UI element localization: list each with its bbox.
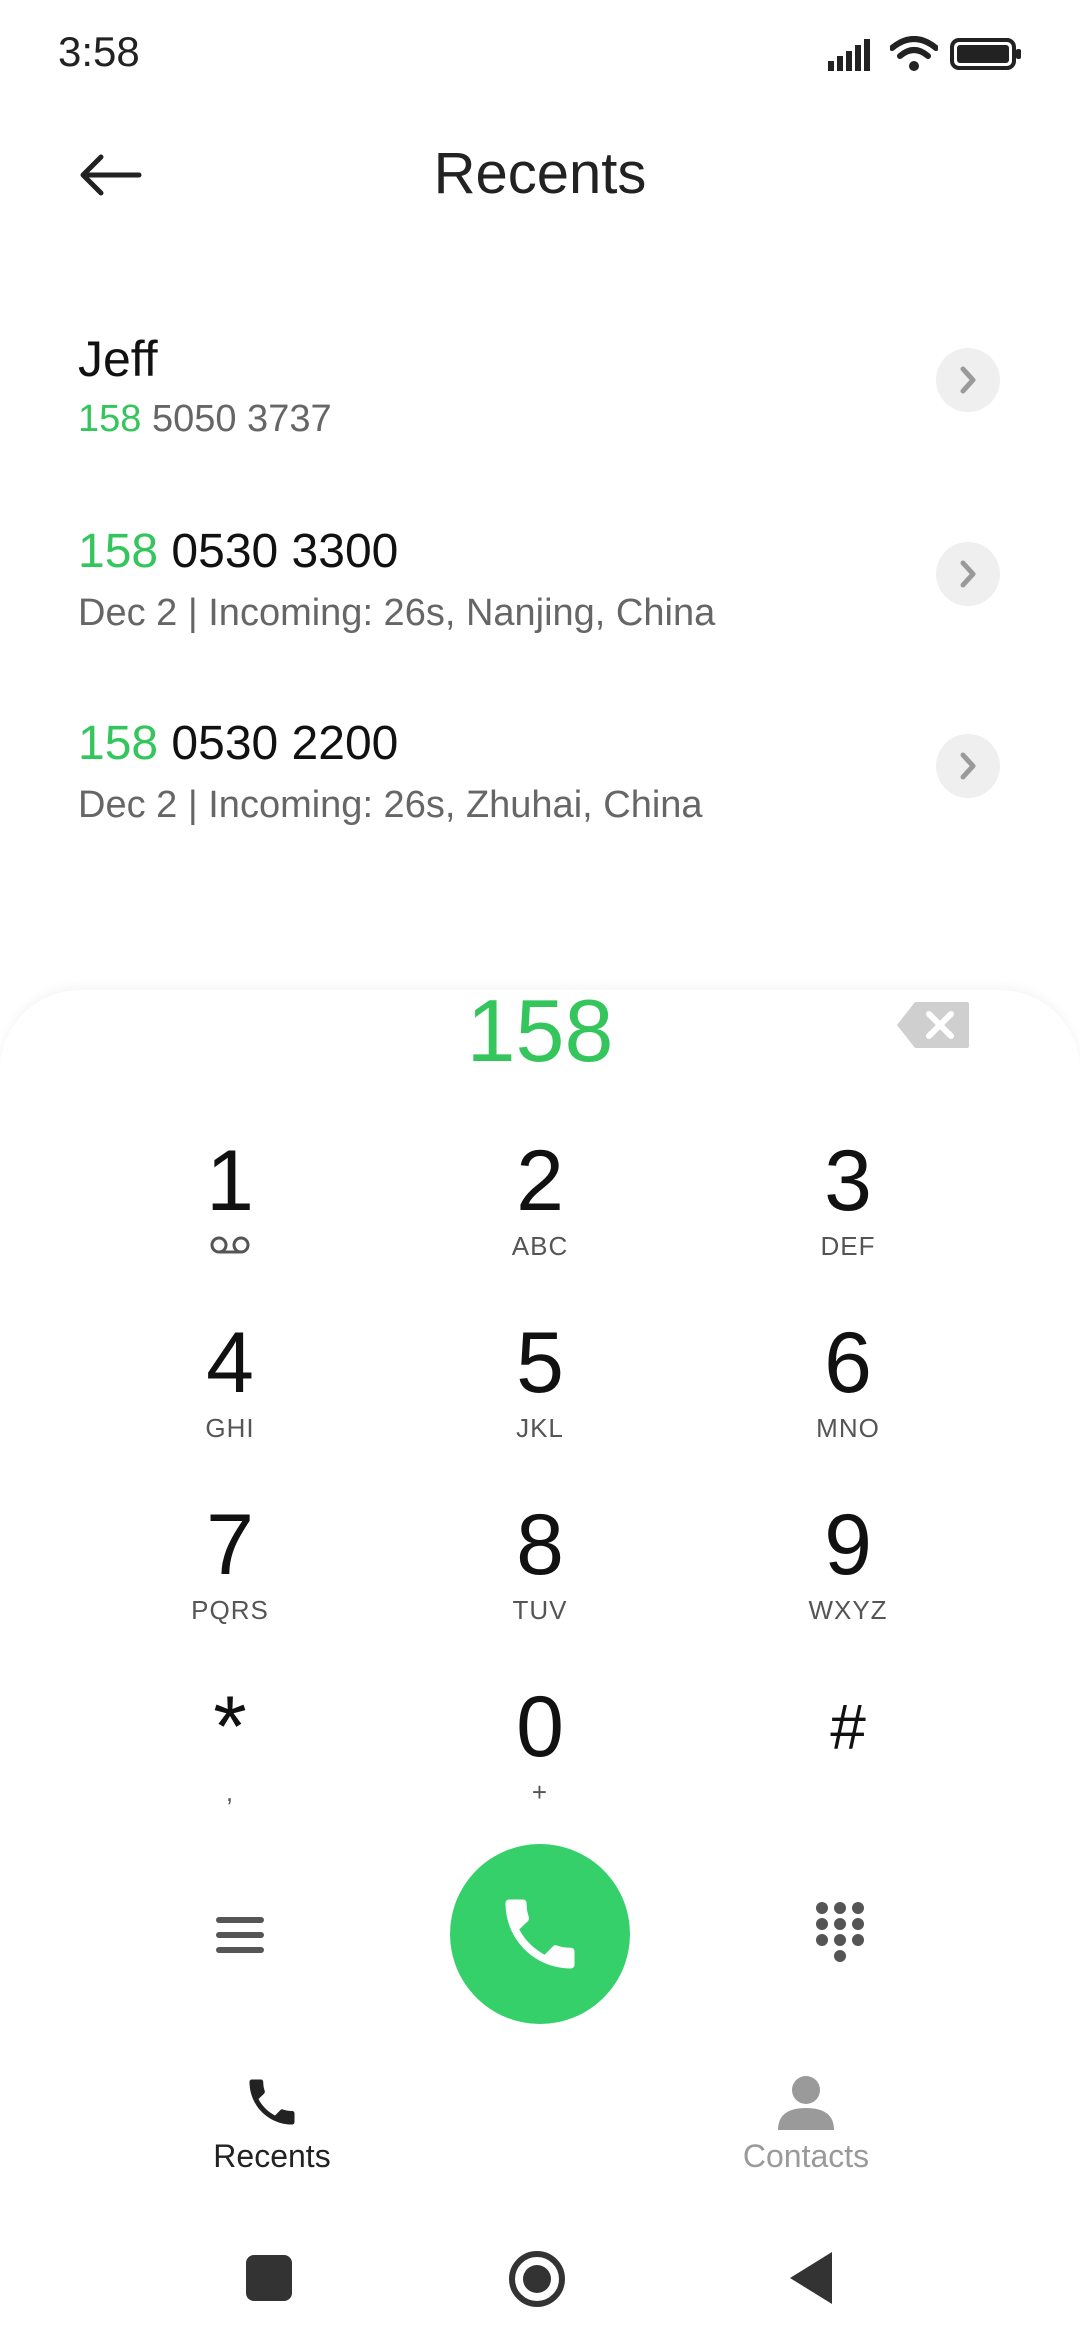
key-letters: JKL — [516, 1413, 564, 1443]
recent-item-jeff[interactable]: Jeff 158 5050 3737 — [0, 314, 1080, 504]
key-digit: 5 — [516, 1315, 564, 1411]
key-letters: DEF — [820, 1231, 876, 1261]
key-hash[interactable]: # — [718, 1681, 978, 1851]
tab-contacts[interactable]: Contacts — [676, 2072, 936, 2175]
tab-label: Contacts — [742, 2138, 870, 2174]
chevron-right-icon — [960, 366, 976, 394]
number-rest: 0530 3300 — [158, 525, 399, 578]
backspace-icon — [897, 1002, 969, 1048]
person-icon — [778, 2076, 834, 2130]
key-digit: 8 — [516, 1497, 564, 1593]
recent-item-number[interactable]: 158 0530 2200 Dec 2 | Incoming: 26s, Zhu… — [0, 700, 1080, 890]
menu-icon — [216, 1917, 264, 1953]
key-digit: 6 — [824, 1315, 872, 1411]
number-rest: 5050 3737 — [141, 398, 332, 440]
key-letters: ABC — [511, 1231, 569, 1261]
status-icons — [828, 34, 1022, 74]
key-7[interactable]: 7 PQRS — [100, 1499, 360, 1669]
page-title: Recents — [433, 141, 647, 206]
key-digit: # — [830, 1691, 866, 1763]
key-3[interactable]: 3 DEF — [718, 1135, 978, 1305]
key-star[interactable]: * , — [100, 1681, 360, 1851]
keypad-toggle-button[interactable] — [810, 1898, 870, 1968]
nav-back-button[interactable] — [788, 2250, 834, 2306]
key-letters: GHI — [205, 1413, 255, 1443]
phone-icon — [249, 2079, 295, 2125]
voicemail-icon — [100, 1231, 360, 1261]
key-6[interactable]: 6 MNO — [718, 1317, 978, 1487]
backspace-button[interactable] — [895, 1000, 971, 1050]
key-letters: , — [225, 1777, 235, 1807]
phone-icon — [505, 1899, 575, 1969]
caller-number: 158 0530 3300 — [78, 524, 398, 579]
key-0[interactable]: 0 + — [410, 1681, 670, 1851]
chevron-right-icon — [960, 560, 976, 588]
key-letters: WXYZ — [808, 1595, 888, 1625]
number-rest: 0530 2200 — [158, 717, 399, 770]
key-1[interactable]: 1 — [100, 1135, 360, 1305]
key-letters: MNO — [816, 1413, 880, 1443]
number-match: 158 — [78, 398, 142, 440]
number-match: 158 — [78, 525, 159, 578]
key-digit: 7 — [206, 1497, 254, 1593]
call-detail: Dec 2 | Incoming: 26s, Zhuhai, China — [78, 784, 703, 826]
key-4[interactable]: 4 GHI — [100, 1317, 360, 1487]
key-8[interactable]: 8 TUV — [410, 1499, 670, 1669]
key-5[interactable]: 5 JKL — [410, 1317, 670, 1487]
signal-icon — [828, 39, 870, 71]
keypad-icon — [816, 1902, 864, 1962]
key-letters: PQRS — [191, 1595, 269, 1625]
nav-recents-button[interactable] — [246, 2255, 292, 2301]
call-button[interactable] — [450, 1844, 630, 2024]
key-digit: 1 — [206, 1133, 254, 1229]
key-digit: 3 — [824, 1133, 872, 1229]
status-time: 3:58 — [58, 28, 140, 75]
key-letters: + — [531, 1777, 549, 1807]
key-2[interactable]: 2 ABC — [410, 1135, 670, 1305]
wifi-icon — [890, 36, 938, 71]
chevron-right-icon — [960, 752, 976, 780]
call-detail: Dec 2 | Incoming: 26s, Nanjing, China — [78, 592, 716, 634]
back-triangle-icon — [790, 2252, 832, 2304]
key-digit: * — [213, 1679, 247, 1775]
contact-number: 158 5050 3737 — [78, 398, 332, 441]
key-letters — [718, 1777, 978, 1807]
menu-button[interactable] — [210, 1905, 270, 1965]
key-digit: 0 — [516, 1679, 564, 1775]
home-icon — [509, 2251, 565, 2307]
contact-name: Jeff — [78, 331, 158, 387]
key-digit: 4 — [206, 1315, 254, 1411]
tab-recents[interactable]: Recents — [142, 2072, 402, 2175]
caller-number: 158 0530 2200 — [78, 716, 398, 771]
battery-icon — [950, 38, 1021, 70]
tab-label: Recents — [213, 2138, 331, 2174]
key-digit: 2 — [516, 1133, 564, 1229]
nav-home-button[interactable] — [508, 2250, 566, 2308]
key-digit: 9 — [824, 1497, 872, 1593]
key-letters: TUV — [512, 1595, 568, 1625]
recent-item-number[interactable]: 158 0530 3300 Dec 2 | Incoming: 26s, Nan… — [0, 508, 1080, 698]
detail-button[interactable] — [936, 542, 1000, 606]
number-match: 158 — [78, 717, 159, 770]
key-9[interactable]: 9 WXYZ — [718, 1499, 978, 1669]
detail-button[interactable] — [936, 734, 1000, 798]
detail-button[interactable] — [936, 348, 1000, 412]
